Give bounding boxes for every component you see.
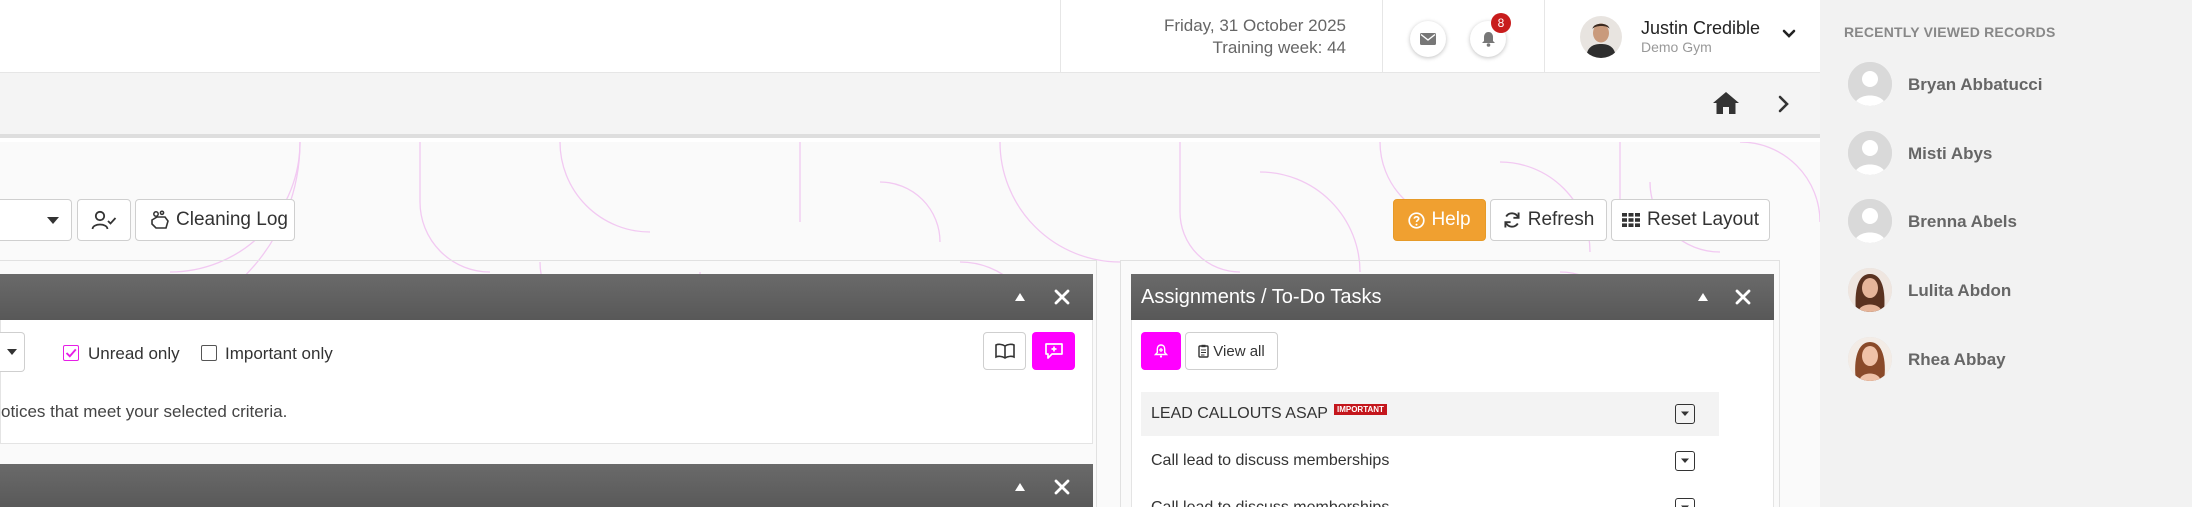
view-all-label: View all [1213, 342, 1265, 360]
cleaning-log-label: Cleaning Log [176, 209, 288, 230]
close-icon[interactable] [1054, 464, 1070, 507]
chevron-right-icon[interactable] [1778, 95, 1790, 118]
avatar [1848, 62, 1892, 106]
bell-plus-icon [1154, 344, 1168, 358]
dashboard-area: Cleaning Log Help Refresh Reset Layout U… [0, 142, 1820, 507]
user-menu-chevron-icon[interactable] [1782, 26, 1796, 44]
assignments-panel-header: Assignments / To-Do Tasks [1131, 274, 1774, 320]
notices-panel-header [0, 274, 1093, 320]
record-name: Rhea Abbay [1908, 350, 2006, 369]
book-open-icon [994, 343, 1015, 359]
recent-record-item[interactable]: Brenna Abels [1848, 199, 2178, 245]
collapse-icon[interactable] [1014, 274, 1026, 320]
help-button[interactable]: Help [1393, 199, 1486, 241]
clipboard-icon [1198, 344, 1209, 358]
messages-button[interactable] [1410, 21, 1446, 57]
recent-record-item[interactable]: Lulita Abdon [1848, 268, 2178, 314]
recently-viewed-sidebar: RECENTLY VIEWED RECORDS Bryan Abbatucci … [1820, 0, 2192, 507]
user-name[interactable]: Justin Credible [1641, 18, 1760, 39]
recent-record-item[interactable]: Misti Abys [1848, 131, 2178, 177]
new-notice-button[interactable] [1032, 332, 1075, 370]
hands-washing-icon [151, 210, 169, 229]
notices-empty-message: otices that meet your selected criteria. [1, 402, 288, 421]
notices-panel-body: Unread only Important only otices that m… [0, 320, 1093, 444]
task-row[interactable]: LEAD CALLOUTS ASAP IMPORTANT [1141, 392, 1719, 436]
reset-layout-button[interactable]: Reset Layout [1611, 199, 1770, 241]
view-all-button[interactable]: View all [1185, 332, 1278, 370]
recently-viewed-title: RECENTLY VIEWED RECORDS [1844, 24, 2056, 40]
notices-filter-dropdown[interactable] [0, 332, 25, 372]
record-name: Brenna Abels [1908, 212, 2017, 231]
refresh-icon [1504, 212, 1520, 228]
unread-only-checkbox[interactable] [63, 345, 79, 361]
top-header: Friday, 31 October 2025 Training week: 4… [0, 0, 1820, 73]
avatar [1848, 199, 1892, 243]
user-gym: Demo Gym [1641, 39, 1712, 55]
message-plus-icon [1044, 343, 1063, 359]
unread-only-label[interactable]: Unread only [88, 344, 180, 364]
avatar [1848, 337, 1892, 381]
task-title: Call lead to discuss memberships [1151, 499, 1389, 507]
expand-task-icon[interactable] [1675, 404, 1695, 424]
notification-badge: 8 [1491, 13, 1511, 33]
assignments-title: Assignments / To-Do Tasks [1141, 285, 1382, 308]
record-name: Misti Abys [1908, 144, 1993, 163]
record-name: Lulita Abdon [1908, 281, 2012, 300]
close-icon[interactable] [1735, 274, 1751, 320]
bell-icon [1481, 32, 1495, 47]
important-badge: IMPORTANT [1333, 403, 1387, 415]
reset-layout-label: Reset Layout [1647, 209, 1759, 230]
current-date: Friday, 31 October 2025 [1163, 16, 1346, 35]
caret-down-icon [7, 349, 17, 355]
important-only-checkbox[interactable] [201, 345, 217, 361]
recent-record-item[interactable]: Bryan Abbatucci [1848, 62, 2178, 108]
refresh-label: Refresh [1527, 209, 1595, 230]
date-block: Friday, 31 October 2025 Training week: 4… [1060, 0, 1383, 72]
expand-task-icon[interactable] [1675, 498, 1695, 507]
home-icon[interactable] [1712, 91, 1740, 120]
assign-user-button[interactable] [77, 199, 131, 241]
task-row[interactable]: Call lead to discuss memberships [1141, 486, 1719, 507]
header-divider [1544, 0, 1545, 72]
recent-record-item[interactable]: Rhea Abbay [1848, 337, 2178, 383]
collapse-icon[interactable] [1697, 274, 1709, 320]
question-circle-icon [1408, 211, 1426, 229]
close-icon[interactable] [1054, 274, 1070, 320]
refresh-button[interactable]: Refresh [1490, 199, 1607, 241]
notifications-button[interactable]: 8 [1470, 13, 1511, 57]
user-check-icon [91, 210, 117, 230]
user-avatar[interactable] [1580, 16, 1622, 58]
task-title: Call lead to discuss memberships [1151, 452, 1390, 469]
avatar [1848, 131, 1892, 175]
help-label: Help [1431, 209, 1471, 230]
envelope-icon [1420, 33, 1436, 45]
filter-dropdown[interactable] [0, 199, 72, 241]
caret-down-icon [47, 217, 59, 224]
record-name: Bryan Abbatucci [1908, 75, 2043, 94]
training-week: Training week: 44 [1212, 38, 1346, 57]
collapse-icon[interactable] [1014, 464, 1026, 507]
task-alert-button[interactable] [1141, 332, 1181, 370]
second-panel-header [0, 464, 1093, 507]
navigation-strip [0, 73, 1820, 138]
cleaning-log-button[interactable]: Cleaning Log [135, 199, 295, 241]
mark-read-button[interactable] [983, 332, 1026, 370]
task-row[interactable]: Call lead to discuss memberships [1141, 439, 1719, 483]
expand-task-icon[interactable] [1675, 451, 1695, 471]
important-only-label[interactable]: Important only [225, 344, 333, 364]
grid-icon [1622, 213, 1641, 227]
avatar [1848, 268, 1892, 312]
task-title: LEAD CALLOUTS ASAP [1151, 405, 1328, 422]
